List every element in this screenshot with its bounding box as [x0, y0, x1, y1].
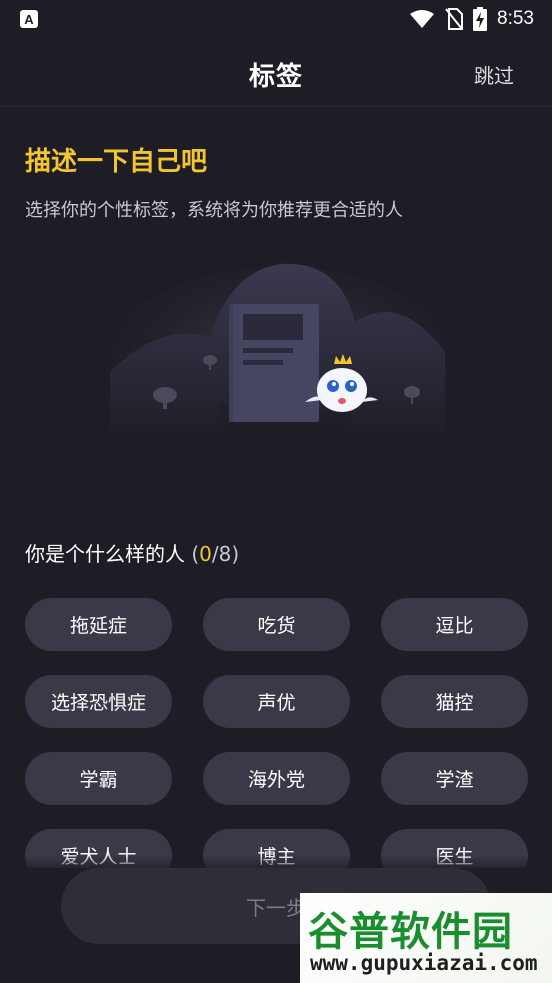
tag-chip[interactable]: 声优 [203, 675, 350, 728]
question-label: 你是个什么样的人 (0/8) [25, 538, 239, 567]
tag-chip[interactable]: 吃货 [203, 598, 350, 651]
tag-chip[interactable]: 海外党 [203, 752, 350, 805]
watermark-url: www.gupuxiazai.com [310, 951, 538, 975]
watermark-title: 谷普软件园 [308, 909, 513, 955]
page-title: 标签 [248, 62, 303, 92]
count-open: ( [191, 542, 200, 566]
tag-chip[interactable]: 选择恐惧症 [25, 675, 172, 728]
skip-button[interactable]: 跳过 [474, 60, 514, 89]
watermark: 谷普软件园 www.gupuxiazai.com [300, 893, 552, 983]
tag-chip[interactable]: 逗比 [381, 598, 528, 651]
illustration [105, 263, 455, 452]
app-notification-icon: A [20, 10, 38, 28]
tag-chip[interactable]: 猫控 [381, 675, 528, 728]
status-time: 8:53 [497, 8, 534, 29]
question-text: 你是个什么样的人 [25, 542, 185, 566]
no-sim-icon [445, 8, 464, 30]
tag-chip[interactable]: 拖延症 [25, 598, 172, 651]
tag-chip[interactable]: 学渣 [381, 752, 528, 805]
total-count: /8) [211, 542, 240, 566]
selection-count: (0/8) [191, 542, 239, 566]
intro-heading: 描述一下自己吧 [25, 147, 208, 177]
app-header: 标签 跳过 [0, 38, 552, 107]
tag-chip[interactable]: 学霸 [25, 752, 172, 805]
wifi-icon [410, 10, 435, 28]
selected-count: 0 [199, 542, 212, 566]
tag-grid: 拖延症 吃货 逗比 选择恐惧症 声优 猫控 学霸 海外党 学渣 爱犬人士 博主 … [25, 598, 528, 882]
intro-subtitle: 选择你的个性标签，系统将为你推荐更合适的人 [25, 200, 403, 221]
status-bar: A 8:53 [0, 0, 552, 38]
battery-charging-icon [473, 7, 488, 31]
